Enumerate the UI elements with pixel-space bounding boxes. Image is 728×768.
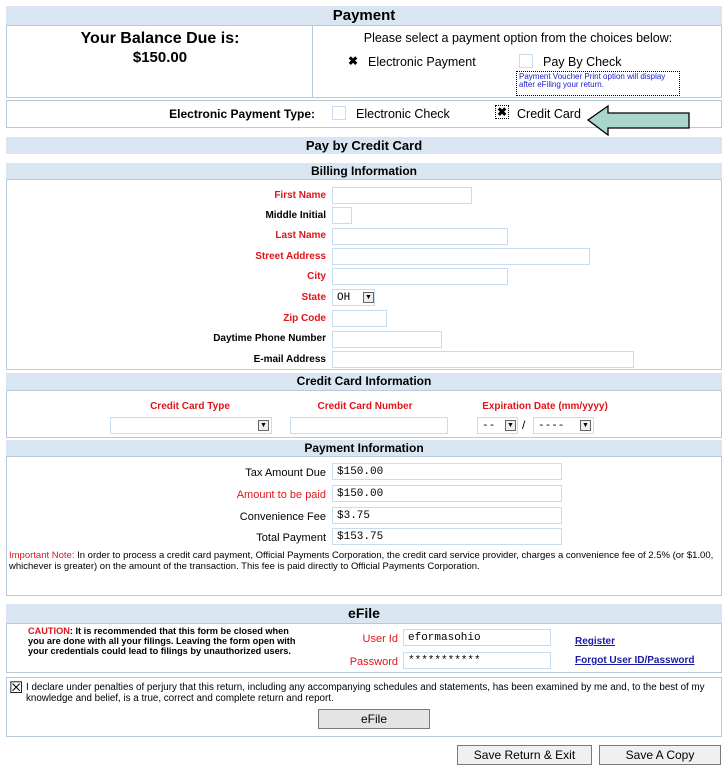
email-input[interactable]	[332, 351, 634, 368]
state-label: State	[301, 292, 326, 303]
street-address-label: Street Address	[255, 251, 326, 262]
last-name-input[interactable]	[332, 228, 508, 245]
email-label: E-mail Address	[253, 354, 326, 365]
total-field: $153.75	[332, 528, 562, 545]
card-number-label: Credit Card Number	[317, 401, 413, 412]
tax-due-label: Tax Amount Due	[245, 467, 326, 479]
note-prefix: Important Note:	[9, 550, 75, 561]
user-id-label: User Id	[362, 633, 398, 645]
tax-due-field: $150.00	[332, 463, 562, 480]
caution-text: CAUTION: It is recommended that this for…	[28, 626, 304, 656]
payment-type-label: Electronic Payment Type:	[169, 107, 315, 121]
zip-code-label: Zip Code	[283, 313, 326, 324]
last-name-label: Last Name	[275, 230, 326, 241]
balance-label: Your Balance Due is:	[80, 30, 240, 47]
register-link[interactable]: Register	[575, 636, 615, 647]
pay-by-check-label: Pay By Check	[543, 55, 622, 69]
amount-paid-label: Amount to be paid	[236, 489, 326, 501]
forgot-password-link[interactable]: Forgot User ID/Password	[575, 655, 694, 666]
card-number-input[interactable]	[290, 417, 448, 434]
chevron-down-icon[interactable]: ▼	[505, 420, 516, 431]
user-id-input[interactable]: eformasohio	[403, 629, 551, 646]
payment-header: Payment	[6, 6, 722, 25]
middle-initial-label: Middle Initial	[265, 210, 326, 221]
phone-input[interactable]	[332, 331, 442, 348]
electronic-payment-label: Electronic Payment	[368, 55, 476, 69]
password-input[interactable]: ***********	[403, 652, 551, 669]
electronic-check-label: Electronic Check	[356, 107, 450, 121]
divider	[312, 25, 313, 98]
important-note: Important Note: In order to process a cr…	[9, 550, 719, 572]
card-type-select[interactable]	[110, 417, 272, 434]
street-address-input[interactable]	[332, 248, 590, 265]
phone-label: Daytime Phone Number	[213, 333, 326, 344]
fee-field: $3.75	[332, 507, 562, 524]
expiration-label: Expiration Date (mm/yyyy)	[482, 401, 608, 412]
first-name-label: First Name	[274, 190, 326, 201]
password-label: Password	[349, 656, 398, 668]
credit-card-header: Pay by Credit Card	[6, 137, 722, 154]
state-value: OH	[337, 292, 351, 304]
exp-separator: /	[522, 418, 526, 432]
efile-button[interactable]: eFile	[318, 709, 430, 729]
exp-year-value: ----	[538, 420, 565, 432]
declaration-text: I declare under penalties of perjury tha…	[26, 682, 705, 704]
card-info-header: Credit Card Information	[6, 373, 722, 390]
electronic-payment-checkbox[interactable]: ✖	[346, 55, 360, 69]
billing-header: Billing Information	[6, 163, 722, 179]
save-return-exit-button[interactable]: Save Return & Exit	[457, 745, 592, 765]
pay-by-check-checkbox[interactable]	[519, 54, 533, 68]
caution-prefix: CAUTION	[28, 626, 70, 636]
credit-card-checkbox[interactable]: ✖	[495, 105, 509, 119]
middle-initial-input[interactable]	[332, 207, 352, 224]
declaration-checkbox[interactable]: ☒	[9, 681, 23, 697]
total-label: Total Payment	[256, 532, 326, 544]
amount-paid-input[interactable]: $150.00	[332, 485, 562, 502]
card-type-label: Credit Card Type	[150, 401, 230, 412]
credit-card-label: Credit Card	[517, 107, 581, 121]
voucher-note: Payment Voucher Print option will displa…	[516, 71, 680, 96]
payment-info-header: Payment Information	[6, 440, 722, 456]
chevron-down-icon[interactable]: ▼	[258, 420, 269, 431]
first-name-input[interactable]	[332, 187, 472, 204]
note-text: In order to process a credit card paymen…	[9, 550, 714, 572]
select-prompt: Please select a payment option from the …	[363, 31, 673, 45]
electronic-check-checkbox[interactable]	[332, 106, 346, 120]
save-copy-button[interactable]: Save A Copy	[599, 745, 721, 765]
pointer-arrow-icon	[586, 104, 690, 137]
efile-header: eFile	[6, 604, 722, 623]
checked-icon: ✖	[347, 54, 359, 68]
chevron-down-icon[interactable]: ▼	[363, 292, 374, 303]
zip-code-input[interactable]	[332, 310, 387, 327]
balance-amount: $150.00	[132, 49, 188, 66]
fee-label: Convenience Fee	[239, 511, 326, 523]
city-input[interactable]	[332, 268, 508, 285]
chevron-down-icon[interactable]: ▼	[580, 420, 591, 431]
exp-month-value: --	[482, 420, 496, 432]
city-label: City	[307, 271, 326, 282]
checked-icon: ✖	[496, 105, 508, 119]
